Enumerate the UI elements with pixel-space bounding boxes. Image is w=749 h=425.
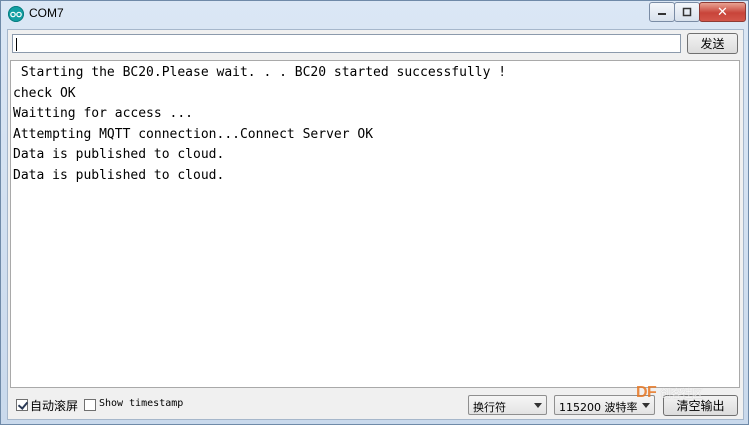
minimize-button[interactable] — [649, 2, 675, 22]
send-input[interactable] — [12, 34, 681, 53]
close-icon: ✕ — [717, 4, 728, 20]
baud-rate-value: 115200 波特率 — [559, 401, 638, 414]
site-watermark: DF 创客社区 — [636, 384, 703, 402]
window-title: COM7 — [29, 6, 64, 20]
serial-output[interactable]: Starting the BC20.Please wait. . . BC20 … — [10, 60, 740, 388]
output-line: Attempting MQTT connection...Connect Ser… — [13, 126, 374, 142]
arduino-icon — [8, 6, 24, 22]
maximize-button[interactable] — [674, 2, 700, 22]
bottom-bar: 自动滚屏 Show timestamp 换行符 115200 波特率 清空输出 — [8, 392, 743, 418]
watermark-text: 创客社区 — [660, 388, 703, 400]
title-bar[interactable]: COM7 ✕ — [1, 1, 748, 27]
close-button[interactable]: ✕ — [699, 2, 746, 22]
output-line: Data is published to cloud. — [13, 147, 225, 162]
watermark-logo: DF — [636, 384, 657, 401]
minimize-icon — [658, 13, 666, 15]
maximize-icon — [682, 7, 692, 17]
autoscroll-label[interactable]: 自动滚屏 — [30, 397, 78, 414]
line-ending-value: 换行符 — [473, 401, 506, 414]
client-area: 发送 Starting the BC20.Please wait. . . BC… — [7, 29, 744, 420]
send-button[interactable]: 发送 — [687, 33, 738, 54]
timestamp-checkbox[interactable] — [84, 399, 96, 411]
output-line: Starting the BC20.Please wait. . . BC20 … — [13, 65, 507, 80]
autoscroll-checkbox[interactable] — [16, 399, 28, 411]
serial-monitor-window: COM7 ✕ 发送 Starting the BC20.Please wait.… — [0, 0, 749, 425]
line-ending-select[interactable]: 换行符 — [468, 395, 547, 415]
text-caret — [16, 38, 17, 51]
timestamp-label[interactable]: Show timestamp — [99, 398, 183, 409]
output-line: check OK — [13, 85, 76, 101]
chevron-down-icon — [534, 403, 542, 408]
output-line: Data is published to cloud. — [13, 167, 225, 183]
output-line: Waitting for access ... — [13, 106, 194, 121]
chevron-down-icon — [642, 403, 650, 408]
